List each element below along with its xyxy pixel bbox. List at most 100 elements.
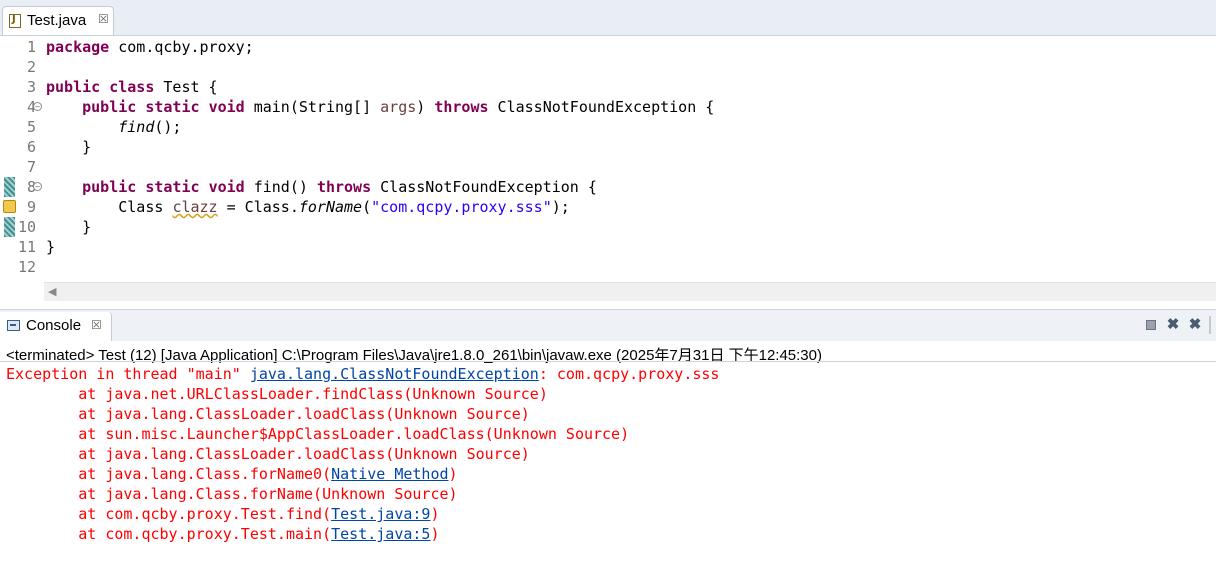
source-link[interactable]: java.lang.ClassNotFoundException <box>250 365 539 383</box>
line-number: 6 <box>26 138 36 156</box>
code-token: clazz <box>172 198 218 216</box>
scroll-left-icon[interactable]: ◀ <box>48 285 56 298</box>
code-token: ); <box>551 198 570 216</box>
change-marker <box>4 177 15 197</box>
close-tab-icon[interactable]: ☒ <box>98 12 109 26</box>
code-line[interactable]: } <box>46 217 91 237</box>
code-token: } <box>46 138 92 156</box>
code-token: void <box>208 98 245 116</box>
code-token: ( <box>362 198 372 216</box>
line-number: 2 <box>26 58 36 76</box>
terminate-icon <box>1146 320 1156 330</box>
stack-trace-line: at com.qcby.proxy.Test.find(Test.java:9) <box>6 504 439 524</box>
output-text: at java.lang.ClassLoader.loadClass(Unkno… <box>6 445 530 463</box>
output-text: ) <box>448 465 458 483</box>
close-console-icon[interactable]: ☒ <box>91 318 102 332</box>
console-tab[interactable]: Console ☒ <box>0 312 112 341</box>
line-number: 5 <box>26 118 36 136</box>
output-text: ) <box>430 505 440 523</box>
line-number: 11 <box>17 238 36 256</box>
warning-icon[interactable] <box>3 200 16 213</box>
code-line[interactable]: package com.qcby.proxy; <box>46 37 254 57</box>
code-token: ClassNotFoundException { <box>371 178 597 196</box>
code-token: "com.qcpy.proxy.sss" <box>371 198 552 216</box>
output-text: at java.lang.Class.forName(Unknown Sourc… <box>6 485 458 503</box>
editor-tab-test-java[interactable]: Test.java ☒ <box>2 6 114 35</box>
code-token: find() <box>244 178 317 196</box>
editor-tab-label: Test.java <box>27 12 87 29</box>
source-link[interactable]: Native Method <box>331 465 448 483</box>
exception-line: Exception in thread "main" java.lang.Cla… <box>6 364 719 384</box>
line-number: 3 <box>26 78 36 96</box>
source-link[interactable]: Test.java:5 <box>331 525 430 543</box>
console-tab-bar: Console ☒ ✖ ✖ <box>0 310 1216 341</box>
output-text: at java.lang.ClassLoader.loadClass(Unkno… <box>6 405 530 423</box>
stack-trace-line: at java.lang.ClassLoader.loadClass(Unkno… <box>6 404 530 424</box>
line-number-ruler: 1 2 3 4 5 6 7 8 9 10 11 12– – <box>0 36 42 282</box>
terminate-button[interactable] <box>1143 317 1159 333</box>
code-token: Test { <box>154 78 218 96</box>
output-text: Exception in thread "main" <box>6 365 250 383</box>
remove-launch-button[interactable]: ✖ <box>1165 317 1181 333</box>
stack-trace-line: at com.qcby.proxy.Test.main(Test.java:5) <box>6 524 439 544</box>
stack-trace-line: at java.lang.Class.forName0(Native Metho… <box>6 464 458 484</box>
code-token: void <box>208 178 245 196</box>
remove-all-terminated-button[interactable]: ✖ <box>1187 317 1203 333</box>
fold-collapse-icon[interactable]: – <box>33 102 42 111</box>
editor-tab-bar: Test.java ☒ <box>0 0 1216 36</box>
stack-trace-line: at java.lang.ClassLoader.loadClass(Unkno… <box>6 444 530 464</box>
editor-pane: Test.java ☒ 123456789101112–– package co… <box>0 0 1216 305</box>
code-token: forName <box>298 198 363 216</box>
code-line[interactable]: } <box>46 137 91 157</box>
console-tab-label: Console <box>26 317 82 334</box>
code-token: Class <box>46 198 173 216</box>
code-token: ClassNotFoundException { <box>488 98 715 116</box>
code-token: class <box>109 78 155 96</box>
code-line[interactable]: } <box>46 237 55 257</box>
code-token: } <box>46 238 56 256</box>
output-text: at java.net.URLClassLoader.findClass(Unk… <box>6 385 548 403</box>
code-token: static <box>145 178 200 196</box>
output-text: at sun.misc.Launcher$AppClassLoader.load… <box>6 425 630 443</box>
output-text: ) <box>430 525 440 543</box>
line-number: 1 <box>26 38 36 56</box>
code-token: public <box>82 178 137 196</box>
fold-collapse-icon[interactable]: – <box>33 182 42 191</box>
line-number: 4 <box>26 98 36 116</box>
code-line[interactable]: Class clazz = Class.forName("com.qcpy.pr… <box>46 197 570 217</box>
console-divider <box>0 361 1216 362</box>
console-icon <box>7 320 20 331</box>
stack-trace-line: at java.lang.Class.forName(Unknown Sourc… <box>6 484 458 504</box>
code-token: args <box>380 98 417 116</box>
code-token: public <box>82 98 137 116</box>
output-text: : com.qcpy.proxy.sss <box>538 365 720 383</box>
change-marker <box>4 217 15 237</box>
code-token: com.qcby.proxy; <box>109 38 254 56</box>
code-token: = Class. <box>217 198 299 216</box>
toolbar-separator <box>1209 316 1211 334</box>
output-text: at com.qcby.proxy.Test.main( <box>6 525 332 543</box>
output-text: at java.lang.Class.forName0( <box>6 465 332 483</box>
stack-trace-line: at sun.misc.Launcher$AppClassLoader.load… <box>6 424 629 444</box>
code-line[interactable]: public class Test { <box>46 77 218 97</box>
code-token: main(String[] <box>244 98 381 116</box>
java-file-icon <box>9 14 21 28</box>
code-token: package <box>46 38 110 56</box>
line-number: 7 <box>26 158 36 176</box>
code-editor[interactable]: 1 2 3 4 5 6 7 8 9 10 11 12– – package com.qcby.proxy… <box>0 36 1216 282</box>
code-line[interactable]: public static void main(String[] args) t… <box>46 97 714 117</box>
code-token: find <box>118 118 155 136</box>
horizontal-scrollbar[interactable]: ◀ <box>44 282 1216 301</box>
code-token: throws <box>316 178 372 196</box>
source-link[interactable]: Test.java:9 <box>331 505 430 523</box>
code-line[interactable]: public static void find() throws ClassNo… <box>46 177 597 197</box>
code-line[interactable]: find(); <box>46 117 181 137</box>
